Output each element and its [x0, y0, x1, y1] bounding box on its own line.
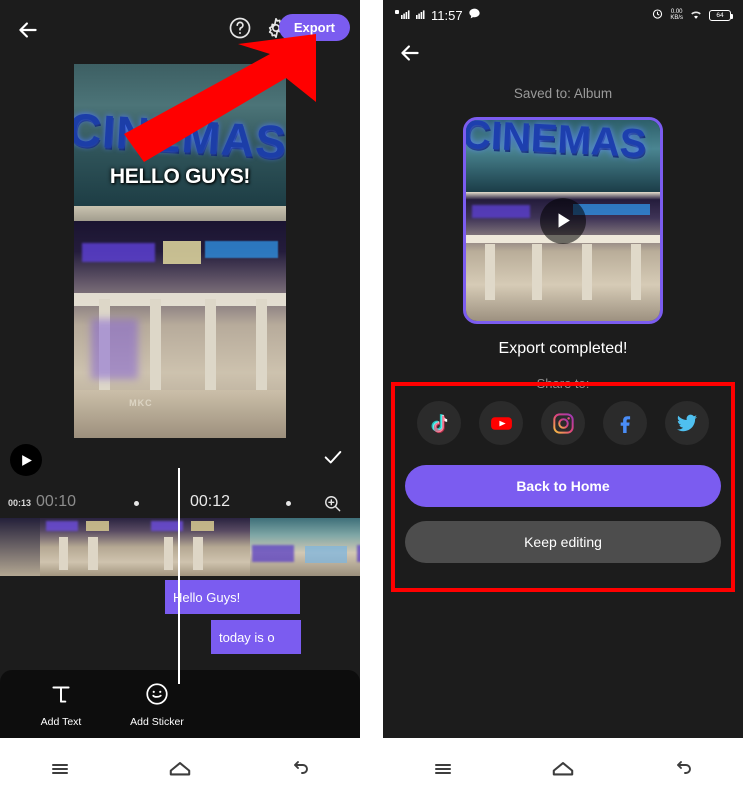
menu-recents-icon[interactable]	[43, 752, 77, 786]
export-status-label: Export completed!	[498, 340, 628, 357]
filmstrip-frame[interactable]	[145, 518, 250, 576]
left-top-toolbar: Export	[0, 0, 360, 62]
preview-controls-row	[0, 440, 360, 488]
back-to-home-button[interactable]: Back to Home	[405, 465, 721, 507]
saved-to-label: Saved to: Album	[513, 86, 613, 101]
social-share-row	[383, 401, 743, 445]
message-bubble-icon	[468, 7, 481, 23]
overlay-text-hello-guys[interactable]: HELLO GUYS!	[74, 165, 286, 189]
dual-screenshot-container: Export CINEMAS HELLO GUYS! MKC 00:13 00:…	[0, 0, 743, 800]
add-sticker-button[interactable]: Add Sticker	[122, 681, 192, 728]
text-clip[interactable]: Hello Guys!	[165, 580, 300, 614]
signal-bars-icon	[395, 8, 411, 23]
video-preview[interactable]: CINEMAS HELLO GUYS! MKC	[74, 64, 286, 438]
check-icon[interactable]	[322, 446, 344, 473]
back-arrow-icon[interactable]	[14, 16, 42, 44]
back-nav-icon[interactable]	[666, 752, 700, 786]
timeline-filmstrip[interactable]	[0, 518, 360, 576]
statusbar-time: 11:57	[431, 7, 463, 23]
add-text-label: Add Text	[40, 715, 82, 728]
right-top-toolbar	[383, 30, 743, 76]
wifi-icon	[689, 8, 703, 23]
filmstrip-frame[interactable]	[250, 518, 355, 576]
signal-bars-icon	[416, 8, 426, 23]
add-sticker-label: Add Sticker	[130, 715, 184, 728]
android-statusbar: 11:57 0.00 KB/s 64	[383, 0, 743, 30]
export-button[interactable]: Export	[278, 14, 350, 41]
action-buttons-area: Back to Home Keep editing	[383, 465, 743, 563]
tiktok-icon[interactable]	[417, 401, 461, 445]
filmstrip-frame-edge	[0, 518, 40, 576]
share-to-label: Share to:	[536, 376, 590, 391]
total-duration-label: 00:13	[8, 498, 32, 508]
keep-editing-button[interactable]: Keep editing	[405, 521, 721, 563]
back-nav-icon[interactable]	[283, 752, 317, 786]
text-clip[interactable]: today is o	[211, 620, 301, 654]
network-speed-indicator: 0.00 KB/s	[670, 9, 683, 21]
ruler-dot-1	[134, 501, 139, 506]
battery-indicator: 64	[709, 9, 733, 21]
ruler-tick-right: 00:12	[190, 493, 231, 510]
home-icon[interactable]	[163, 752, 197, 786]
video-preview-area[interactable]: CINEMAS HELLO GUYS! MKC	[0, 62, 360, 440]
timeline-playhead-head	[178, 492, 180, 526]
cinema-lobby-scene: MKC	[74, 221, 286, 438]
android-navbar-right	[383, 738, 743, 800]
android-navbar-left	[0, 738, 360, 800]
timeline-ruler[interactable]: 00:13 00:10 00:12	[0, 488, 360, 518]
screens-separator	[360, 0, 383, 800]
filmstrip-frame[interactable]	[355, 518, 360, 576]
play-icon[interactable]	[540, 197, 586, 244]
twitter-icon[interactable]	[665, 401, 709, 445]
home-icon[interactable]	[546, 752, 580, 786]
exported-video-thumbnail[interactable]: CINEMAS	[463, 117, 663, 324]
facebook-icon[interactable]	[603, 401, 647, 445]
add-text-button[interactable]: Add Text	[26, 681, 96, 728]
left-phone-screen: Export CINEMAS HELLO GUYS! MKC 00:13 00:…	[0, 0, 360, 800]
play-icon[interactable]	[10, 444, 42, 476]
menu-recents-icon[interactable]	[426, 752, 460, 786]
editor-tools-bar: Add Text Add Sticker	[0, 670, 360, 738]
help-circle-icon[interactable]	[228, 16, 254, 42]
zoom-in-icon[interactable]	[323, 494, 342, 518]
instagram-icon[interactable]	[541, 401, 585, 445]
back-arrow-icon[interactable]	[397, 40, 423, 71]
youtube-icon[interactable]	[479, 401, 523, 445]
filmstrip-frame[interactable]	[40, 518, 145, 576]
text-track-area[interactable]: Hello Guys! today is o	[0, 468, 360, 684]
store-sign-text: MKC	[129, 397, 153, 408]
exported-video-thumbnail-wrap: CINEMAS	[383, 117, 743, 324]
right-phone-screen: 11:57 0.00 KB/s 64 Saved to: Album CINEM…	[383, 0, 743, 800]
ruler-tick-left: 00:10	[36, 493, 77, 510]
alarm-clock-icon	[651, 7, 664, 23]
ruler-dot-2	[286, 501, 291, 506]
